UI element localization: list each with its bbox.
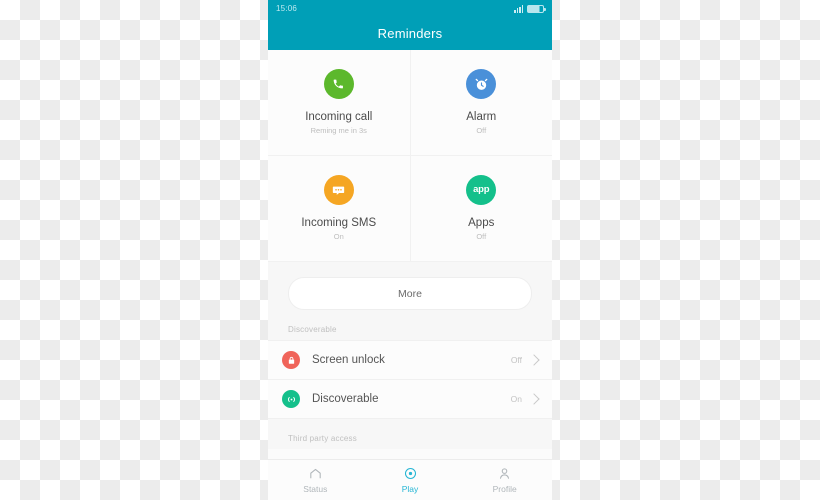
tile-subtitle: Reming me in 3s xyxy=(310,126,367,135)
tile-title: Incoming call xyxy=(305,111,373,123)
tile-row: Incoming SMS On app Apps Off xyxy=(268,155,552,261)
list-item-screen-unlock[interactable]: Screen unlock Off xyxy=(268,341,552,380)
chat-bubble-icon xyxy=(323,175,354,205)
tile-subtitle: Off xyxy=(476,126,487,135)
more-button[interactable]: More xyxy=(288,277,532,310)
status-bar: 15:06 xyxy=(268,0,552,17)
settings-list: Screen unlock Off Discoverable On xyxy=(268,340,552,419)
list-item-discoverable[interactable]: Discoverable On xyxy=(268,380,552,419)
bottom-tab-bar: Status Play Profile xyxy=(268,459,552,500)
list-item-label: Screen unlock xyxy=(312,354,385,366)
chevron-right-icon xyxy=(528,393,540,405)
alarm-clock-icon xyxy=(466,69,497,99)
list-item-value: On xyxy=(510,394,522,404)
tab-profile[interactable]: Profile xyxy=(457,460,552,500)
battery-icon xyxy=(527,4,546,13)
phone-screen: 15:06 Reminders Incoming call Reming me … xyxy=(268,0,552,500)
broadcast-icon xyxy=(282,390,300,408)
page-title: Reminders xyxy=(377,26,443,41)
tile-title: Apps xyxy=(468,217,495,229)
app-badge-label: app xyxy=(473,184,490,196)
tile-apps[interactable]: app Apps Off xyxy=(409,156,553,261)
signal-bars-icon xyxy=(514,5,523,13)
tab-play[interactable]: Play xyxy=(363,460,458,500)
more-button-label: More xyxy=(398,287,422,300)
status-bar-clock: 15:06 xyxy=(276,4,298,13)
section-header-third-party-access: Third party access xyxy=(268,419,552,449)
app-badge-icon: app xyxy=(466,175,497,205)
tab-label: Play xyxy=(401,484,419,494)
tile-subtitle: On xyxy=(333,232,344,241)
person-icon xyxy=(497,466,512,481)
chevron-right-icon xyxy=(528,354,540,366)
tile-title: Incoming SMS xyxy=(301,217,377,229)
tile-subtitle: Off xyxy=(476,232,487,241)
tile-incoming-call[interactable]: Incoming call Reming me in 3s xyxy=(268,50,410,155)
tile-incoming-sms[interactable]: Incoming SMS On xyxy=(268,156,410,261)
tab-label: Status xyxy=(303,484,328,494)
tab-status[interactable]: Status xyxy=(268,460,363,500)
more-button-area: More xyxy=(268,262,552,310)
phone-icon xyxy=(323,69,354,99)
tile-alarm[interactable]: Alarm Off xyxy=(409,50,553,155)
tile-row: Incoming call Reming me in 3s Alarm Off xyxy=(268,50,552,155)
lock-icon xyxy=(282,351,300,369)
section-header-discoverable: Discoverable xyxy=(268,310,552,340)
list-item-value: Off xyxy=(510,355,522,365)
status-bar-indicators xyxy=(514,4,546,13)
list-item-label: Discoverable xyxy=(312,393,379,405)
reminder-tile-grid: Incoming call Reming me in 3s Alarm Off xyxy=(268,50,552,262)
target-dot-icon xyxy=(403,466,418,481)
page-title-bar: Reminders xyxy=(268,17,552,50)
home-icon xyxy=(308,466,323,481)
tab-label: Profile xyxy=(492,484,517,494)
tile-title: Alarm xyxy=(466,111,497,123)
